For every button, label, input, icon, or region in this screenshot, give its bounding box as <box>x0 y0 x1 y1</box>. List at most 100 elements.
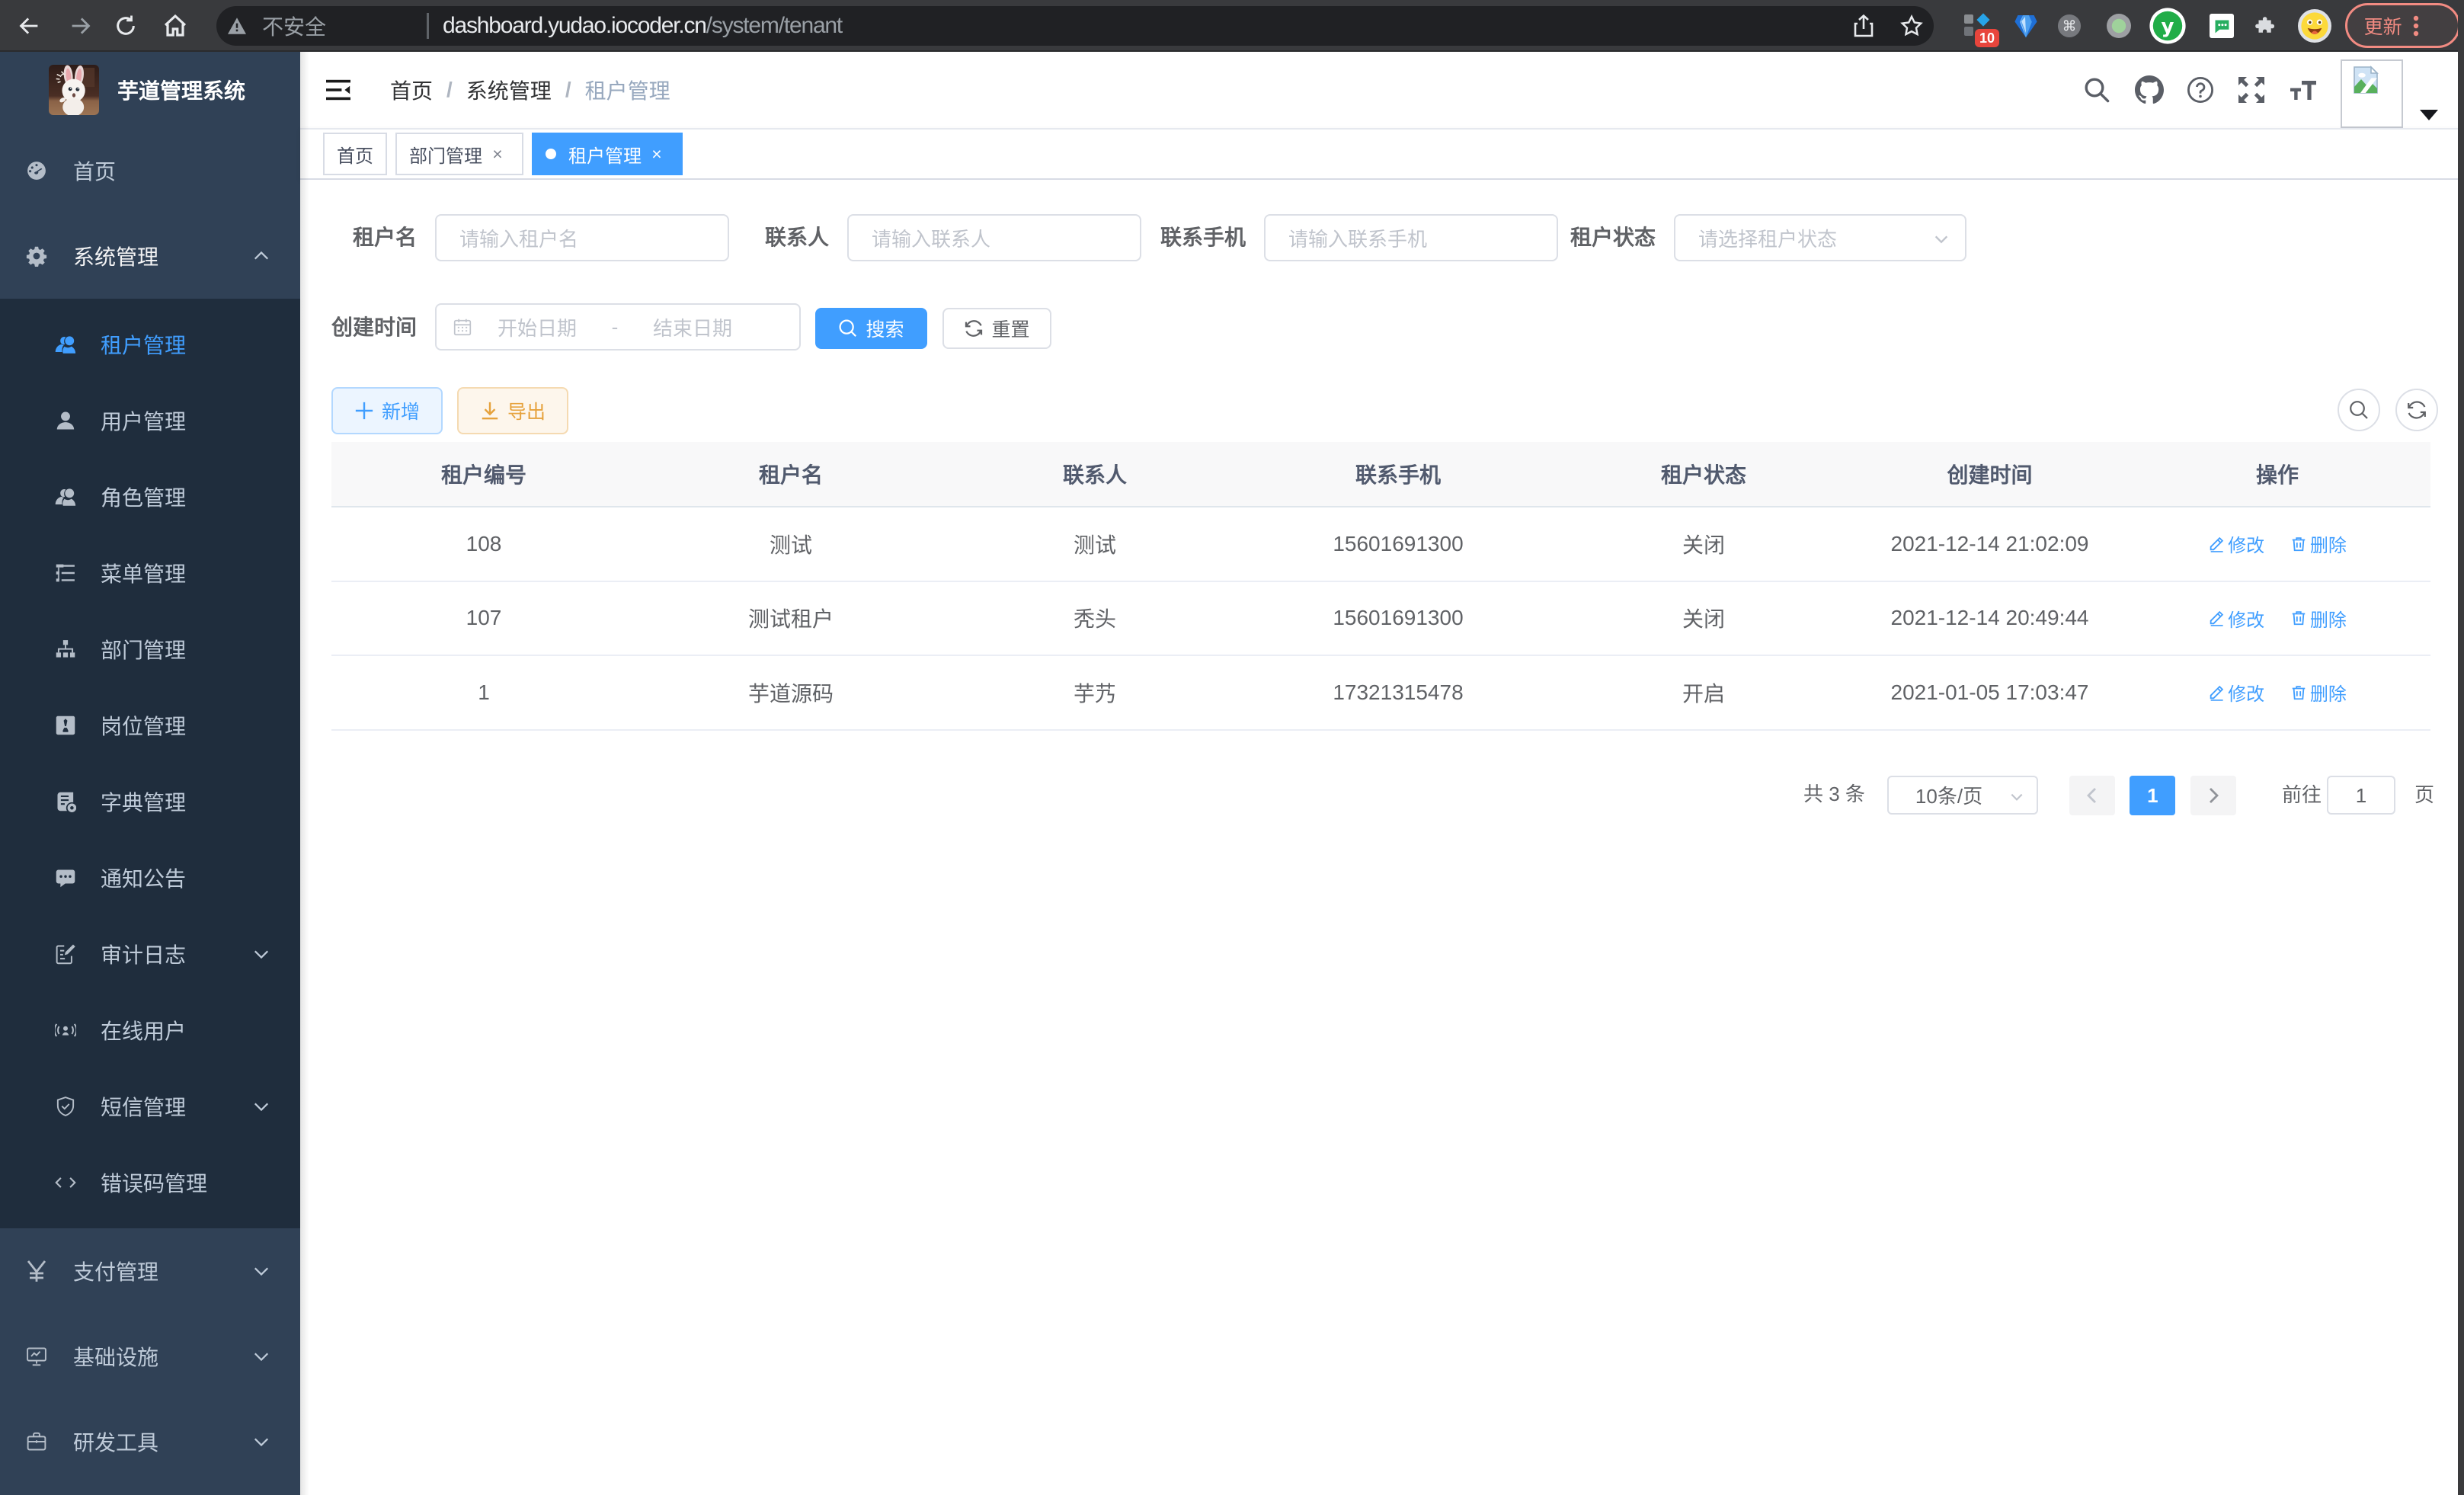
col-header-status: 租户状态 <box>1552 459 1855 489</box>
sidebar-item-menu[interactable]: 菜单管理 <box>0 535 300 611</box>
menu-item-label: 错误码管理 <box>101 1167 207 1198</box>
tag-close-icon[interactable]: × <box>645 142 669 166</box>
sidebar-item-pay[interactable]: 支付管理 <box>0 1228 300 1314</box>
github-icon[interactable] <box>2135 52 2164 128</box>
security-label[interactable]: 不安全 <box>262 11 326 41</box>
delete-button[interactable]: 删除 <box>2290 605 2347 632</box>
sidebar-item-role[interactable]: 角色管理 <box>0 459 300 535</box>
breadcrumb-current: 租户管理 <box>585 75 670 105</box>
placeholder-text: 请输入联系人 <box>872 224 990 252</box>
next-page-button[interactable] <box>2190 776 2236 815</box>
sidebar-item-post[interactable]: 岗位管理 <box>0 687 300 764</box>
current-page-number: 1 <box>2147 784 2158 808</box>
y-logo-extension-icon[interactable]: y <box>2149 0 2186 52</box>
add-button[interactable]: 新增 <box>331 387 443 434</box>
tag-tenant[interactable]: 租户管理× <box>532 133 683 175</box>
fullscreen-icon[interactable] <box>2237 52 2266 128</box>
code-icon <box>55 1172 76 1193</box>
mobile-input[interactable]: 请输入联系手机 <box>1264 214 1558 261</box>
avatar[interactable] <box>2341 59 2403 128</box>
tenant-name-input[interactable]: 请输入租户名 <box>435 214 729 261</box>
bookmark-star-icon[interactable] <box>1900 0 1923 52</box>
download-icon <box>480 401 500 421</box>
search-icon <box>838 319 858 338</box>
sidebar-logo[interactable]: 芋道管理系统 <box>0 52 300 128</box>
emoji-profile-icon[interactable] <box>2298 0 2331 52</box>
sidebar-item-audit-log[interactable]: 审计日志 <box>0 916 300 992</box>
avatar-caret-down-icon[interactable] <box>2420 110 2438 130</box>
url-host: dashboard.yudao.iocoder.cn <box>443 13 706 38</box>
hamburger-icon[interactable] <box>326 78 350 102</box>
chat-extension-icon[interactable] <box>2210 0 2234 52</box>
menu-item-label: 支付管理 <box>73 1256 158 1286</box>
browser-back-icon[interactable] <box>18 0 40 52</box>
tag-label: 部门管理 <box>409 141 482 168</box>
contact-input[interactable]: 请输入联系人 <box>847 214 1141 261</box>
sidebar-item-dict[interactable]: 字典管理 <box>0 764 300 840</box>
edit-button[interactable]: 修改 <box>2208 530 2264 557</box>
current-page-button[interactable]: 1 <box>2130 776 2175 815</box>
browser-update-button[interactable]: 更新 <box>2345 3 2460 48</box>
tenant-table: 租户编号 租户名 联系人 联系手机 租户状态 创建时间 操作 108 测试 测试… <box>331 442 2430 731</box>
share-icon[interactable] <box>1853 0 1874 52</box>
url-text[interactable]: dashboard.yudao.iocoder.cn/system/tenant <box>443 13 842 39</box>
start-date-placeholder[interactable]: 开始日期 <box>472 313 603 341</box>
sidebar-item-dept[interactable]: 部门管理 <box>0 611 300 687</box>
end-date-placeholder[interactable]: 结束日期 <box>627 313 758 341</box>
sidebar-item-infra[interactable]: 基础设施 <box>0 1314 300 1399</box>
table-refresh-button[interactable] <box>2395 389 2438 431</box>
delete-button[interactable]: 删除 <box>2290 530 2347 557</box>
sidebar-item-online-user[interactable]: 在线用户 <box>0 992 300 1068</box>
pagination-goto-input[interactable]: 1 <box>2327 776 2395 815</box>
breadcrumb-home[interactable]: 首页 <box>390 75 433 105</box>
puzzle-extensions-icon[interactable] <box>2255 0 2278 52</box>
command-extension-icon[interactable]: ⌘ <box>2057 0 2082 52</box>
sidebar-item-system[interactable]: 系统管理 <box>0 213 300 299</box>
breadcrumb-section[interactable]: 系统管理 <box>466 75 552 105</box>
tag-close-icon[interactable]: × <box>485 142 510 166</box>
status-select[interactable]: 请选择租户状态 <box>1674 214 1966 261</box>
desktop-edge-strip <box>2458 0 2464 1495</box>
gray-dot-extension-icon[interactable] <box>2106 0 2132 52</box>
tag-dept[interactable]: 部门管理× <box>395 133 523 175</box>
online-broadcast-icon <box>55 1020 76 1041</box>
browser-home-icon[interactable] <box>163 0 187 52</box>
cell-name: 芋道源码 <box>636 677 946 708</box>
tag-home[interactable]: 首页 <box>323 133 387 175</box>
browser-forward-icon[interactable] <box>70 0 91 52</box>
edit-button[interactable]: 修改 <box>2208 605 2264 632</box>
menu-item-label: 菜单管理 <box>101 558 186 588</box>
parachute-extension-icon[interactable] <box>2014 0 2037 52</box>
help-question-icon[interactable] <box>2187 52 2214 128</box>
breadcrumb-separator: / <box>565 78 571 102</box>
menu-item-label: 通知公告 <box>101 863 186 893</box>
sidebar-item-home[interactable]: 首页 <box>0 128 300 213</box>
menu-item-label: 租户管理 <box>101 329 186 360</box>
edit-button[interactable]: 修改 <box>2208 679 2264 706</box>
cell-mobile: 15601691300 <box>1244 606 1552 630</box>
edit-pen-icon <box>2208 684 2225 701</box>
browser-reload-icon[interactable] <box>114 0 137 52</box>
delete-button[interactable]: 删除 <box>2290 679 2347 706</box>
sidebar-item-user[interactable]: 用户管理 <box>0 383 300 459</box>
sidebar-item-tenant[interactable]: 租户管理 <box>0 306 300 383</box>
prev-page-button[interactable] <box>2069 776 2115 815</box>
chevron-down-icon <box>253 1263 270 1279</box>
header-search-icon[interactable] <box>2083 52 2110 128</box>
sidebar-item-sms[interactable]: 短信管理 <box>0 1068 300 1144</box>
reset-button[interactable]: 重置 <box>942 308 1051 349</box>
sidebar-item-error-code[interactable]: 错误码管理 <box>0 1144 300 1221</box>
sidebar: 芋道管理系统 首页 系统管理 租户管理 用户管理 角色管理 菜单管理 部门管理 <box>0 52 300 1495</box>
font-size-icon[interactable] <box>2289 52 2318 128</box>
create-time-range-input[interactable]: 开始日期 - 结束日期 <box>435 303 801 351</box>
sidebar-item-notice[interactable]: 通知公告 <box>0 840 300 916</box>
table-search-toggle-button[interactable] <box>2338 389 2380 431</box>
page-size-select[interactable]: 10条/页 <box>1887 776 2038 815</box>
search-button[interactable]: 搜索 <box>815 308 927 349</box>
export-button[interactable]: 导出 <box>457 387 568 434</box>
browser-menu-dots-icon[interactable] <box>2413 15 2419 37</box>
search-button-label: 搜索 <box>866 315 904 342</box>
breadcrumb: 首页 / 系统管理 / 租户管理 <box>390 52 670 128</box>
sidebar-item-dev-tools[interactable]: 研发工具 <box>0 1399 300 1484</box>
browser-address-bar[interactable]: 不安全 dashboard.yudao.iocoder.cn/system/te… <box>216 6 1934 46</box>
